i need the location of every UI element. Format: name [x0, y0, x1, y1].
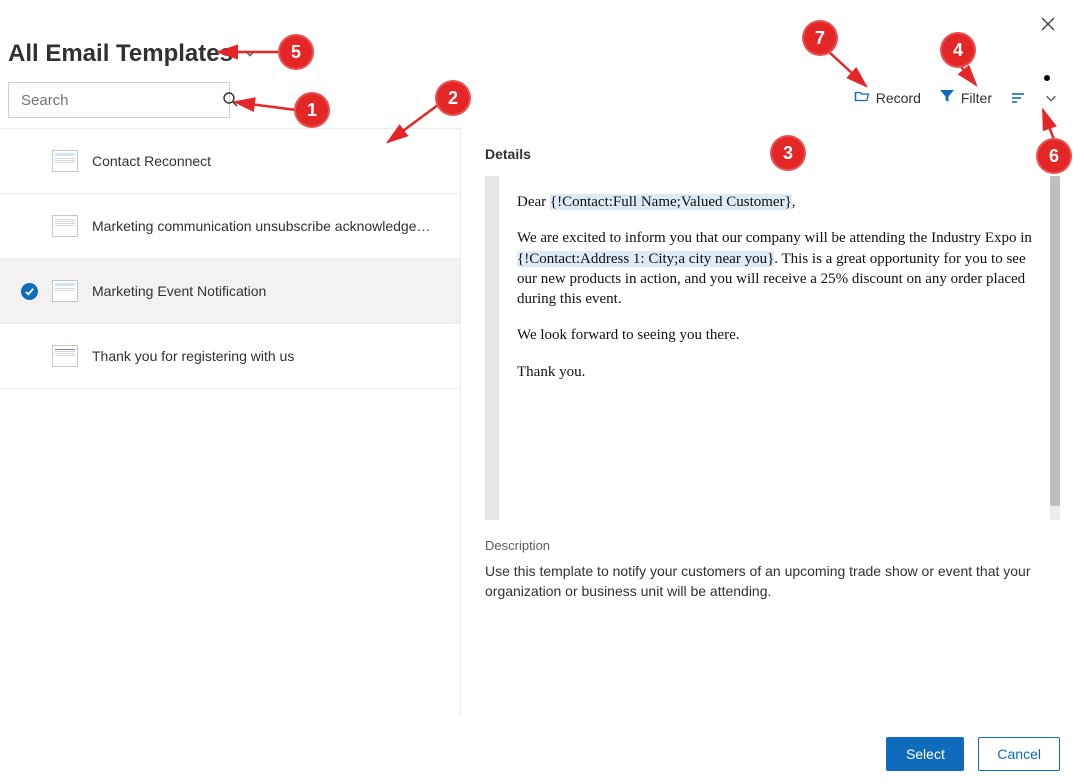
callout-4: 4 [940, 32, 976, 68]
template-thumbnail-icon [52, 215, 78, 237]
list-item[interactable]: Contact Reconnect [0, 129, 460, 194]
check-icon [21, 283, 38, 300]
search-field-wrapper [8, 82, 230, 118]
scrollbar-thumb[interactable] [1050, 176, 1060, 506]
record-label: Record [876, 90, 921, 106]
preview-text: Dear [517, 194, 550, 210]
close-icon[interactable] [1040, 16, 1058, 34]
filter-icon [939, 88, 955, 107]
view-selector[interactable]: All Email Templates [8, 40, 257, 68]
description-text: Use this template to notify your custome… [485, 561, 1060, 602]
callout-2: 2 [435, 80, 471, 116]
preview-text: , [792, 194, 796, 210]
list-item[interactable]: Marketing communication unsubscribe ackn… [0, 194, 460, 259]
sort-dropdown[interactable] [1044, 91, 1058, 105]
overflow-dot [1044, 75, 1050, 81]
record-button[interactable]: Record [854, 88, 921, 107]
select-button[interactable]: Select [886, 737, 964, 771]
folder-open-icon [854, 88, 870, 107]
toolbar: Record Filter [854, 88, 1058, 107]
cancel-button[interactable]: Cancel [978, 737, 1060, 771]
template-thumbnail-icon [52, 280, 78, 302]
footer: Select Cancel [0, 724, 1084, 784]
callout-1: 1 [294, 92, 330, 128]
list-item[interactable]: Marketing Event Notification [0, 259, 460, 324]
merge-token: {!Contact:Full Name;Valued Customer} [550, 194, 792, 210]
list-item-label: Marketing communication unsubscribe ackn… [92, 218, 431, 234]
filter-button[interactable]: Filter [939, 88, 992, 107]
callout-5: 5 [278, 34, 314, 70]
preview-text: Thank you. [517, 362, 1042, 382]
list-item-label: Marketing Event Notification [92, 283, 266, 299]
page-title: All Email Templates [8, 40, 233, 68]
preview-text: We look forward to seeing you there. [517, 325, 1042, 345]
merge-token: {!Contact:Address 1: City;a city near yo… [517, 251, 774, 267]
details-heading: Details [485, 146, 1060, 162]
list-item-label: Thank you for registering with us [92, 348, 294, 364]
sort-button[interactable] [1010, 90, 1026, 106]
preview-text: We are excited to inform you that our co… [517, 230, 1032, 246]
template-thumbnail-icon [52, 150, 78, 172]
description-label: Description [485, 538, 1060, 553]
template-thumbnail-icon [52, 345, 78, 367]
filter-label: Filter [961, 90, 992, 106]
list-item-label: Contact Reconnect [92, 153, 211, 169]
search-input[interactable] [19, 91, 222, 110]
list-item[interactable]: Thank you for registering with us [0, 324, 460, 389]
template-preview: Dear {!Contact:Full Name;Valued Customer… [485, 176, 1060, 520]
search-icon[interactable] [222, 91, 238, 110]
chevron-down-icon [243, 46, 257, 63]
selection-slot [20, 283, 38, 300]
template-list: Contact Reconnect Marketing communicatio… [0, 128, 460, 716]
callout-7: 7 [802, 20, 838, 56]
